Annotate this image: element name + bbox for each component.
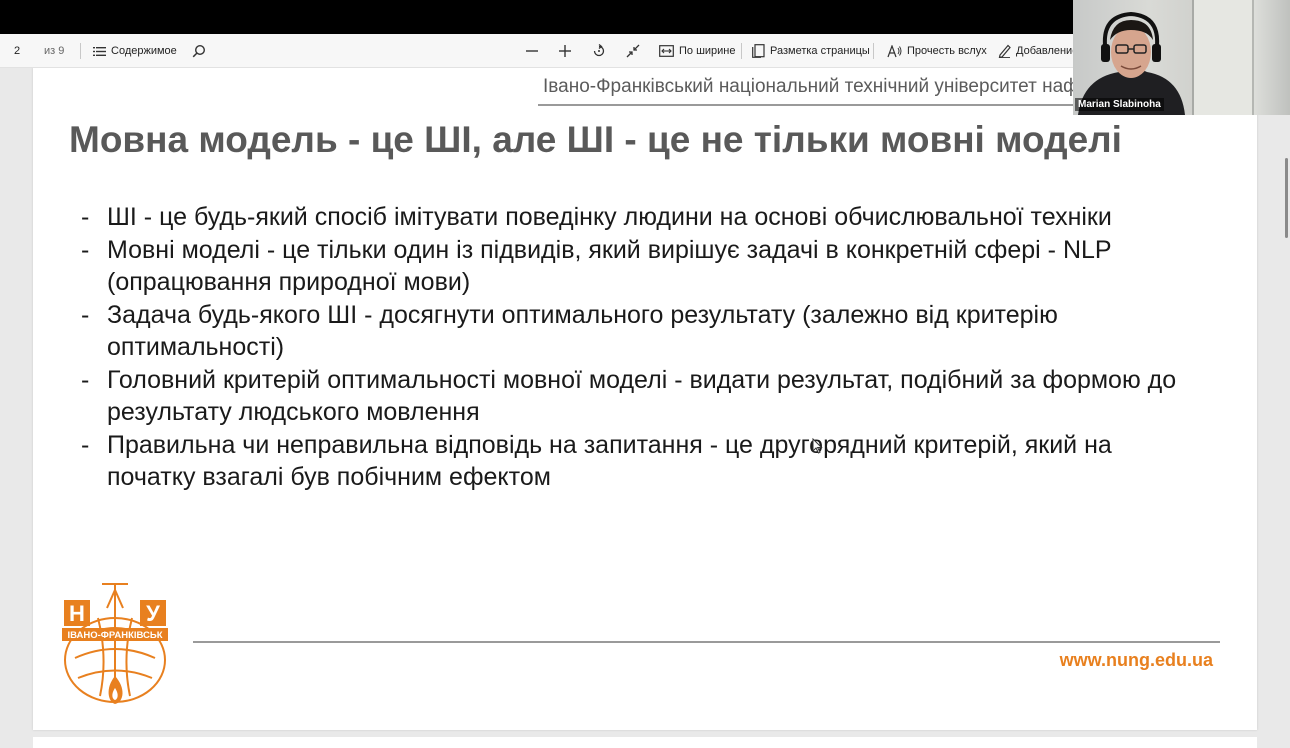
minus-icon xyxy=(525,44,539,58)
logo-letter-n: Н xyxy=(69,601,85,626)
page-total: из 9 xyxy=(44,45,65,57)
separator xyxy=(80,43,81,59)
participant-name: Marian Slabinoha xyxy=(1075,98,1164,111)
search-icon xyxy=(192,44,206,58)
slide-page: Івано-Франківський національний технічни… xyxy=(33,68,1257,730)
bullet-marker: - xyxy=(81,300,90,329)
page-layout-icon xyxy=(752,44,765,58)
university-header: Івано-Франківський національний технічни… xyxy=(543,76,1148,97)
list-icon xyxy=(93,46,106,57)
bullet-item: - Мовні моделі - це тільки один із підвид… xyxy=(81,234,1201,299)
separator xyxy=(741,43,742,59)
rotate-button[interactable] xyxy=(592,34,611,68)
page-layout-button[interactable]: Разметка страницы xyxy=(752,34,870,68)
mouse-cursor-icon xyxy=(812,438,823,454)
bullet-text: ШІ - це будь-який спосіб імітувати повед… xyxy=(107,203,1112,231)
footer-divider xyxy=(193,641,1220,643)
bullet-marker: - xyxy=(81,203,90,231)
plus-icon xyxy=(558,44,572,58)
rotate-icon xyxy=(592,44,606,58)
document-viewer[interactable]: Івано-Франківський національний технічни… xyxy=(0,68,1290,748)
bullet-list: - ШІ - це будь-який спосіб імітувати пове… xyxy=(81,201,1201,494)
page-current[interactable]: 2 xyxy=(14,45,20,57)
bullet-item: - Правильна чи неправильна відповідь на з… xyxy=(81,429,1201,494)
bullet-marker: - xyxy=(81,365,90,394)
read-aloud-icon xyxy=(887,44,902,58)
search-button[interactable] xyxy=(192,34,211,68)
add-notes-label: Добавление xyxy=(1016,45,1079,57)
logo-city: ІВАНО-ФРАНКІВСЬК xyxy=(67,630,162,641)
website-link: www.nung.edu.ua xyxy=(1059,650,1213,670)
fit-width-icon xyxy=(659,45,674,57)
separator xyxy=(873,43,874,59)
participant-video-tile[interactable]: Marian Slabinoha xyxy=(1073,0,1290,115)
add-notes-button[interactable]: Добавление xyxy=(998,34,1078,68)
page-layout-label: Разметка страницы xyxy=(770,45,870,57)
contents-label: Содержимое xyxy=(111,45,177,57)
next-page-edge xyxy=(33,737,1257,748)
bullet-item: - ШІ - це будь-який спосіб імітувати пове… xyxy=(81,201,1201,234)
read-aloud-label: Прочесть вслух xyxy=(907,45,987,57)
collapse-arrows-icon xyxy=(626,44,640,58)
zoom-in-button[interactable] xyxy=(558,34,577,68)
read-aloud-button[interactable]: Прочесть вслух xyxy=(887,34,987,68)
contents-button[interactable]: Содержимое xyxy=(93,34,177,68)
fit-width-label: По ширине xyxy=(679,45,736,57)
logo-letter-u: У xyxy=(146,601,160,626)
fit-width-button[interactable]: По ширине xyxy=(659,34,736,68)
bullet-item: - Задача будь-якого ШІ - досягнути оптима… xyxy=(81,299,1201,364)
bullet-item: - Головний критерій оптимальності мовної … xyxy=(81,364,1201,429)
slide-title: Мовна модель - це ШІ, але ШІ - це не тіл… xyxy=(69,119,1122,160)
bullet-marker: - xyxy=(81,235,90,264)
bullet-text: Мовні моделі - це тільки один із підвиді… xyxy=(107,235,1112,297)
bullet-marker: - xyxy=(81,430,90,459)
bullet-text: Головний критерій оптимальності мовної м… xyxy=(107,365,1177,427)
page-number-box[interactable]: 2 xyxy=(14,34,20,68)
university-logo: Н У ІВАНО-ФРАНКІВСЬК xyxy=(62,583,168,704)
fullscreen-button[interactable] xyxy=(626,34,645,68)
bullet-text: Задача будь-якого ШІ - досягнути оптимал… xyxy=(107,300,1058,362)
bullet-text: Правильна чи неправильна відповідь на за… xyxy=(107,430,1112,492)
zoom-out-button[interactable] xyxy=(525,34,544,68)
pen-icon xyxy=(998,44,1011,58)
vertical-scrollbar[interactable] xyxy=(1285,158,1288,238)
